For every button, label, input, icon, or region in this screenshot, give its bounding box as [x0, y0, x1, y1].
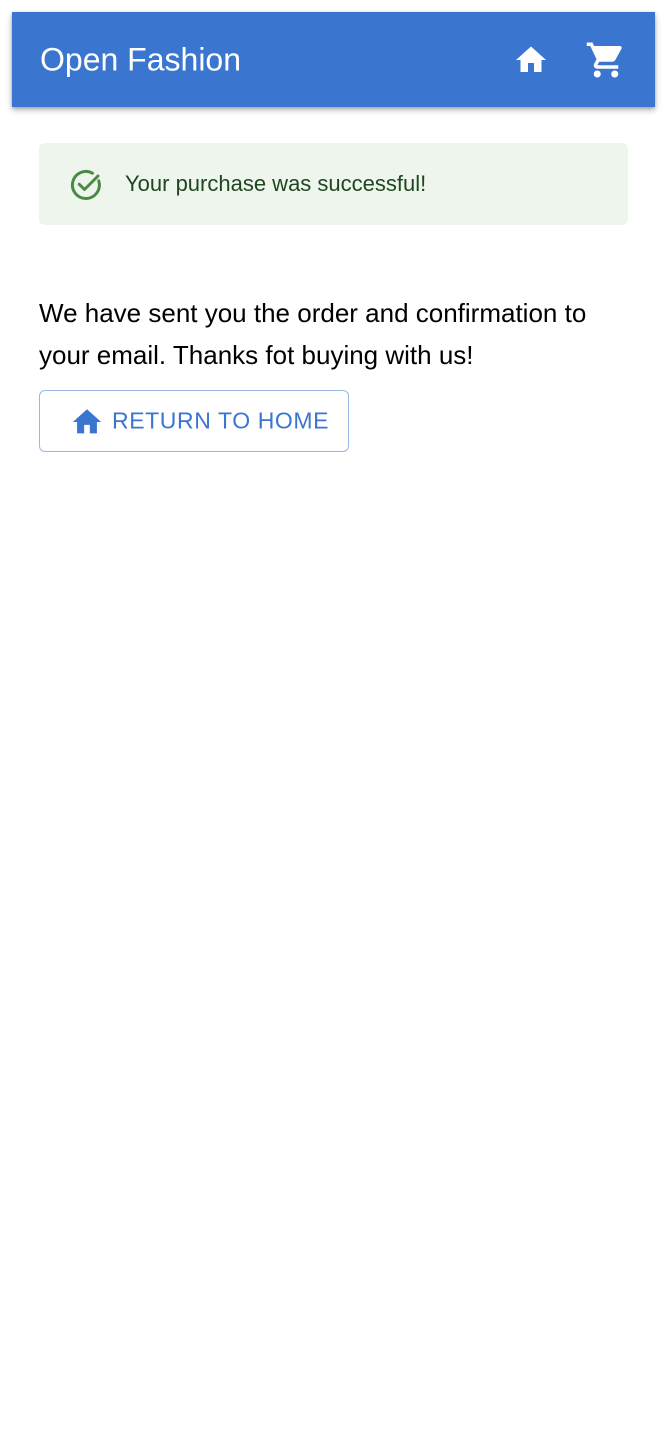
header-cart-button[interactable]	[582, 36, 630, 84]
confirmation-message: We have sent you the order and confirmat…	[39, 298, 587, 370]
order-confirmation-page: Open Fashion Your purchase was successfu…	[0, 0, 666, 1442]
home-icon	[516, 46, 546, 72]
header-home-button[interactable]	[507, 36, 555, 84]
success-message: Your purchase was successful!	[125, 171, 427, 196]
return-to-home-label: RETURN TO HOME	[112, 407, 330, 434]
check-circle-icon	[70, 169, 101, 200]
shopping-cart-icon	[586, 42, 622, 77]
home-icon	[72, 409, 102, 434]
app-title[interactable]: Open Fashion	[40, 41, 241, 78]
success-alert: Your purchase was successful!	[39, 143, 628, 225]
app-bar: Open Fashion	[12, 12, 655, 107]
return-to-home-button[interactable]: RETURN TO HOME	[39, 390, 349, 452]
